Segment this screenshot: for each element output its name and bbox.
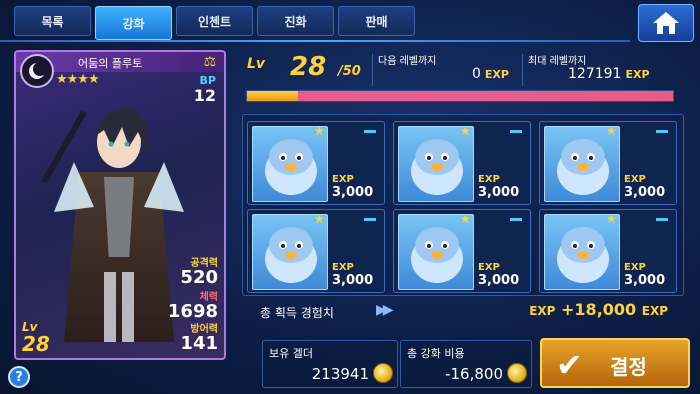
- attack-stat: 공격력 520: [180, 254, 218, 287]
- character-name: 어둠의 플루토: [78, 57, 143, 70]
- level-panel: Lv 28 /50 다음 레벨까지 0 EXP 최대 레벨까지 127191 EXP: [242, 50, 682, 90]
- exp-progress-fill: [247, 91, 299, 101]
- help-button[interactable]: ?: [8, 366, 30, 388]
- material-exp-label: EXP: [478, 262, 500, 273]
- remove-icon[interactable]: [364, 218, 376, 221]
- material-slot[interactable]: ★ EXP 3,000: [247, 209, 385, 293]
- remove-icon[interactable]: [364, 130, 376, 133]
- material-slot[interactable]: ★ EXP 3,000: [393, 121, 531, 205]
- owned-gold-value: 213941: [311, 365, 369, 383]
- tab-bar: 목록 강화 인첸트 진화 판매: [14, 6, 415, 40]
- material-slot[interactable]: ★ EXP 3,000: [247, 121, 385, 205]
- defense-stat: 방어력 141: [180, 320, 218, 353]
- cost-value: -16,800: [445, 365, 503, 383]
- remove-icon[interactable]: [656, 218, 668, 221]
- max-level-label: 최대 레벨까지: [528, 56, 587, 67]
- star-icon: ★: [460, 124, 471, 138]
- header-divider: [0, 40, 630, 42]
- tab-evolve[interactable]: 진화: [257, 6, 334, 36]
- material-exp-label: EXP: [478, 174, 500, 185]
- hp-stat: 체력 1698: [168, 288, 218, 321]
- material-grid: ★ EXP 3,000 ★ EXP 3,000 ★ EXP 3,000 ★ EXP 3,000 ★ EXP…: [242, 114, 684, 296]
- cost-label: 총 강화 비용: [407, 347, 465, 360]
- check-icon: ✔: [556, 346, 583, 384]
- remove-icon[interactable]: [510, 130, 522, 133]
- material-exp-label: EXP: [624, 262, 646, 273]
- rarity-stars: ★★★★: [56, 72, 100, 87]
- confirm-label: 결정: [610, 355, 647, 379]
- star-icon: ★: [606, 124, 617, 138]
- material-slot[interactable]: ★ EXP 3,000: [393, 209, 531, 293]
- total-exp-value: EXP +18,000 EXP: [529, 300, 668, 319]
- material-slot[interactable]: ★ EXP 3,000: [539, 209, 677, 293]
- card-level: Lv 28: [22, 320, 50, 354]
- card-level-value: 28: [22, 332, 50, 356]
- next-level-number: 0: [472, 66, 481, 82]
- remove-icon[interactable]: [656, 130, 668, 133]
- next-level-label: 다음 레벨까지: [378, 56, 437, 67]
- owned-gold-label: 보유 겔더: [269, 347, 313, 360]
- coin-icon: [373, 363, 393, 383]
- star-icon: ★: [314, 212, 325, 226]
- material-exp-label: EXP: [332, 262, 354, 273]
- star-icon: ★: [460, 212, 471, 226]
- star-icon: ★: [606, 212, 617, 226]
- coin-icon: [507, 363, 527, 383]
- home-icon: [653, 12, 679, 34]
- star-icon: ★: [314, 124, 325, 138]
- arrow-icon: ▶▶: [376, 302, 393, 318]
- defense-value: 141: [180, 333, 218, 354]
- max-level-number: 127191: [568, 66, 622, 82]
- moon-icon: [20, 54, 54, 88]
- divider: [522, 54, 523, 86]
- material-exp-value: 3,000: [478, 273, 520, 288]
- level-current: 28: [290, 52, 327, 82]
- hp-value: 1698: [167, 301, 218, 322]
- material-exp-value: 3,000: [624, 185, 666, 200]
- owned-gold-box: 보유 겔더 213941: [262, 340, 398, 388]
- material-exp-value: 3,000: [624, 273, 666, 288]
- exp-tag: EXP: [641, 304, 668, 318]
- total-exp-label: 총 획득 경험치: [260, 306, 334, 320]
- max-level-value: 127191 EXP: [568, 66, 650, 82]
- level-max: /50: [338, 64, 361, 79]
- cost-box: 총 강화 비용 -16,800: [400, 340, 532, 388]
- material-exp-label: EXP: [332, 174, 354, 185]
- exp-progress-bar: [246, 90, 674, 102]
- tab-enchant[interactable]: 인첸트: [176, 6, 253, 36]
- exp-tag: EXP: [529, 304, 556, 318]
- material-exp-value: 3,000: [332, 185, 374, 200]
- tab-list[interactable]: 목록: [14, 6, 91, 36]
- remove-icon[interactable]: [510, 218, 522, 221]
- material-exp-value: 3,000: [332, 273, 374, 288]
- material-exp-value: 3,000: [478, 185, 520, 200]
- confirm-button[interactable]: ✔ 결정: [540, 338, 690, 388]
- tab-enhance[interactable]: 강화: [95, 6, 172, 40]
- exp-tag: EXP: [625, 68, 650, 81]
- divider: [372, 54, 373, 86]
- home-button[interactable]: [638, 4, 694, 42]
- total-exp-number: +18,000: [561, 300, 637, 319]
- material-slot[interactable]: ★ EXP 3,000: [539, 121, 677, 205]
- material-exp-label: EXP: [624, 174, 646, 185]
- level-label: Lv: [247, 56, 266, 72]
- exp-tag: EXP: [484, 68, 509, 81]
- next-level-value: 0 EXP: [472, 66, 509, 82]
- balance-scale-icon: ⚖: [203, 54, 216, 70]
- character-card[interactable]: 어둠의 플루토 ★★★★ ⚖ BP 12 공격력 520 체력 1698 방어력…: [14, 50, 226, 360]
- attack-value: 520: [180, 267, 218, 288]
- tab-sell[interactable]: 판매: [338, 6, 415, 36]
